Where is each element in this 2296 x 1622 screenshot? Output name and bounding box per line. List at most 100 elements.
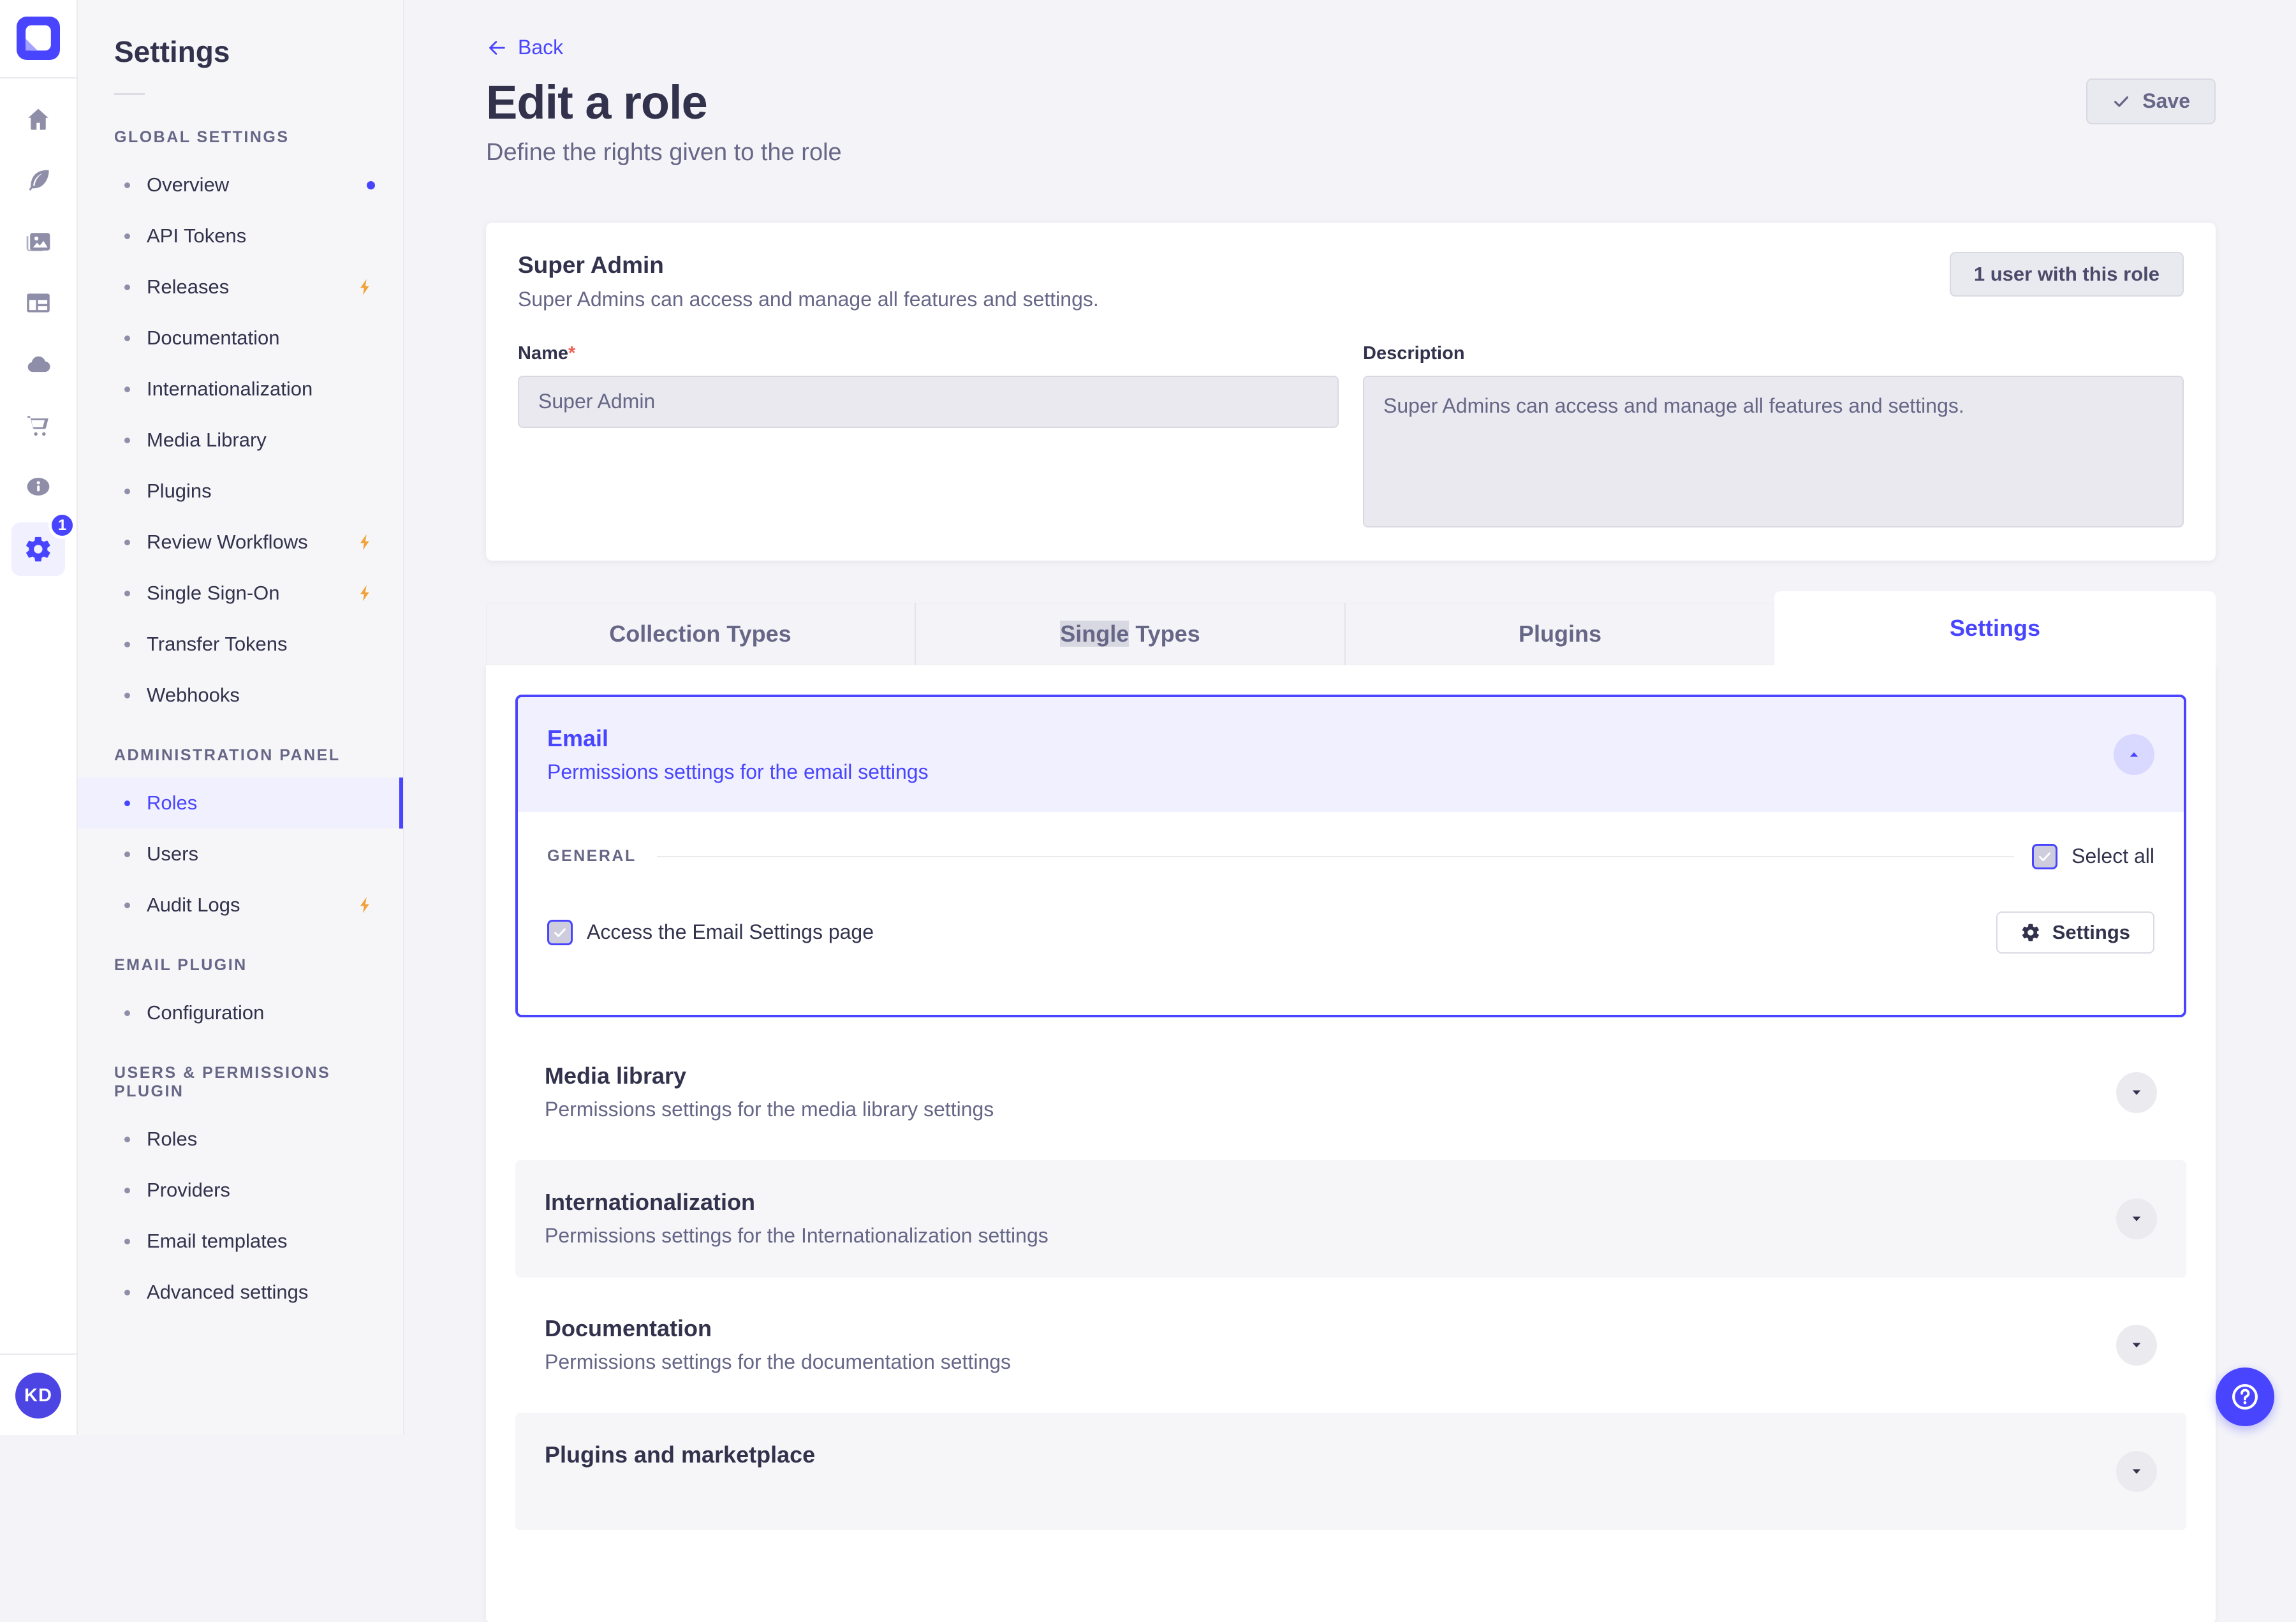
sidebar-item-overview[interactable]: Overview xyxy=(78,159,403,210)
bullet-icon xyxy=(124,903,130,908)
role-details-card: Super Admin Super Admins can access and … xyxy=(486,223,2216,561)
chevron-down-icon xyxy=(2128,1337,2145,1353)
sidebar-item-review-workflows[interactable]: Review Workflows xyxy=(78,517,403,568)
bullet-icon xyxy=(124,642,130,647)
main-nav-rail: 1 KD xyxy=(0,0,78,1435)
rail-nav-icons: 1 xyxy=(11,105,65,576)
chevron-down-icon xyxy=(2128,1084,2145,1101)
section-label-users-permissions-plugin: USERS & PERMISSIONS PLUGIN xyxy=(114,1064,375,1101)
email-accordion-header[interactable]: Email Permissions settings for the email… xyxy=(518,697,2184,812)
sidebar-item-configuration[interactable]: Configuration xyxy=(78,987,403,1038)
bullet-icon xyxy=(124,693,130,698)
expand-button[interactable] xyxy=(2116,1072,2157,1113)
content-manager-icon[interactable] xyxy=(24,289,52,317)
bullet-icon xyxy=(124,1137,130,1142)
tab-collection-types[interactable]: Collection Types xyxy=(486,603,915,665)
inactive-tab-strip: Collection Types Single Types Plugins xyxy=(486,603,1774,665)
plugins-marketplace-permissions-row[interactable]: Plugins and marketplace xyxy=(515,1413,2186,1530)
sidebar-item-single-sign-on[interactable]: Single Sign-On xyxy=(78,568,403,619)
sidebar-item-email-templates[interactable]: Email templates xyxy=(78,1216,403,1267)
expand-button[interactable] xyxy=(2116,1325,2157,1366)
bullet-icon xyxy=(124,1239,130,1244)
internationalization-permissions-row[interactable]: Internationalization Permissions setting… xyxy=(515,1160,2186,1278)
sidebar-item-releases[interactable]: Releases xyxy=(78,262,403,313)
user-avatar[interactable]: KD xyxy=(15,1373,61,1419)
rail-divider xyxy=(0,77,77,78)
arrow-left-icon xyxy=(486,37,508,59)
chevron-up-icon xyxy=(2126,746,2142,763)
settings-tab-panel: Email Permissions settings for the email… xyxy=(486,665,2216,1622)
sidebar-item-media-library[interactable]: Media Library xyxy=(78,415,403,466)
bullet-icon xyxy=(124,1010,130,1016)
back-link[interactable]: Back xyxy=(486,36,563,59)
users-with-role-button[interactable]: 1 user with this role xyxy=(1950,252,2184,297)
strapi-logo[interactable] xyxy=(17,17,60,60)
email-settings-button[interactable]: Settings xyxy=(1996,911,2154,954)
bullet-icon xyxy=(124,1290,130,1295)
help-button[interactable] xyxy=(2216,1368,2274,1426)
page-subtitle: Define the rights given to the role xyxy=(486,139,2216,166)
access-email-settings-checkbox[interactable] xyxy=(547,920,573,945)
sidebar-item-audit-logs[interactable]: Audit Logs xyxy=(78,880,403,931)
sidebar-item-transfer-tokens[interactable]: Transfer Tokens xyxy=(78,619,403,670)
tab-plugins[interactable]: Plugins xyxy=(1344,603,1774,665)
sidebar-item-internationalization[interactable]: Internationalization xyxy=(78,364,403,415)
lightning-icon xyxy=(356,896,375,915)
expand-button[interactable] xyxy=(2116,1451,2157,1492)
sidebar-item-roles-admin[interactable]: Roles xyxy=(78,778,403,829)
email-permissions-section: Email Permissions settings for the email… xyxy=(515,695,2186,1017)
sidebar-item-webhooks[interactable]: Webhooks xyxy=(78,670,403,721)
tab-settings-active[interactable]: Settings xyxy=(1774,591,2216,665)
bullet-icon xyxy=(124,800,130,806)
select-all-checkbox[interactable] xyxy=(2032,844,2057,869)
name-field-group: Name* xyxy=(518,343,1339,527)
notification-dot-icon xyxy=(367,181,375,189)
check-icon xyxy=(552,925,568,940)
check-icon xyxy=(2037,849,2052,864)
question-mark-icon xyxy=(2229,1381,2261,1413)
bullet-icon xyxy=(124,489,130,494)
media-library-icon[interactable] xyxy=(24,228,52,256)
information-icon[interactable] xyxy=(24,473,52,501)
select-all-label: Select all xyxy=(2072,844,2154,868)
sidebar-title-divider xyxy=(114,93,145,95)
role-name-heading: Super Admin xyxy=(518,252,1099,279)
email-accordion-body: GENERAL Select all Access the Email Sett… xyxy=(518,812,2184,1015)
general-divider xyxy=(657,856,2014,857)
settings-nav-icon-active[interactable]: 1 xyxy=(11,522,65,576)
main-content: Back Edit a role Save Define the rights … xyxy=(404,0,2296,1435)
sidebar-item-providers[interactable]: Providers xyxy=(78,1165,403,1216)
rail-divider-bottom xyxy=(0,1353,77,1355)
description-textarea[interactable]: Super Admins can access and manage all f… xyxy=(1363,376,2184,527)
sidebar-item-roles-up[interactable]: Roles xyxy=(78,1114,403,1165)
bullet-icon xyxy=(124,233,130,239)
sidebar-item-advanced-settings[interactable]: Advanced settings xyxy=(78,1267,403,1318)
sidebar-item-documentation[interactable]: Documentation xyxy=(78,313,403,364)
sidebar-item-api-tokens[interactable]: API Tokens xyxy=(78,210,403,262)
lightning-icon xyxy=(356,584,375,603)
chevron-down-icon xyxy=(2128,1463,2145,1480)
access-email-settings-label: Access the Email Settings page xyxy=(587,920,874,944)
lightning-icon xyxy=(356,277,375,297)
sidebar-item-users[interactable]: Users xyxy=(78,829,403,880)
cloud-icon[interactable] xyxy=(24,350,52,378)
tab-single-types[interactable]: Single Types xyxy=(915,603,1344,665)
general-group-label: GENERAL xyxy=(547,847,637,866)
marketplace-cart-icon[interactable] xyxy=(24,411,52,439)
bullet-icon xyxy=(124,284,130,290)
home-icon[interactable] xyxy=(24,105,52,133)
chevron-down-icon xyxy=(2128,1211,2145,1227)
bullet-icon xyxy=(124,438,130,443)
bullet-icon xyxy=(124,335,130,341)
expand-button[interactable] xyxy=(2116,1198,2157,1239)
documentation-permissions-row[interactable]: Documentation Permissions settings for t… xyxy=(515,1287,2186,1404)
content-type-builder-icon[interactable] xyxy=(24,166,52,195)
settings-notification-badge: 1 xyxy=(48,512,76,539)
media-library-permissions-row[interactable]: Media library Permissions settings for t… xyxy=(515,1034,2186,1151)
save-button[interactable]: Save xyxy=(2086,78,2216,124)
page-title: Edit a role xyxy=(486,78,707,126)
sidebar-item-plugins[interactable]: Plugins xyxy=(78,466,403,517)
name-input[interactable] xyxy=(518,376,1339,428)
name-label: Name* xyxy=(518,343,1339,364)
collapse-button[interactable] xyxy=(2114,734,2154,775)
